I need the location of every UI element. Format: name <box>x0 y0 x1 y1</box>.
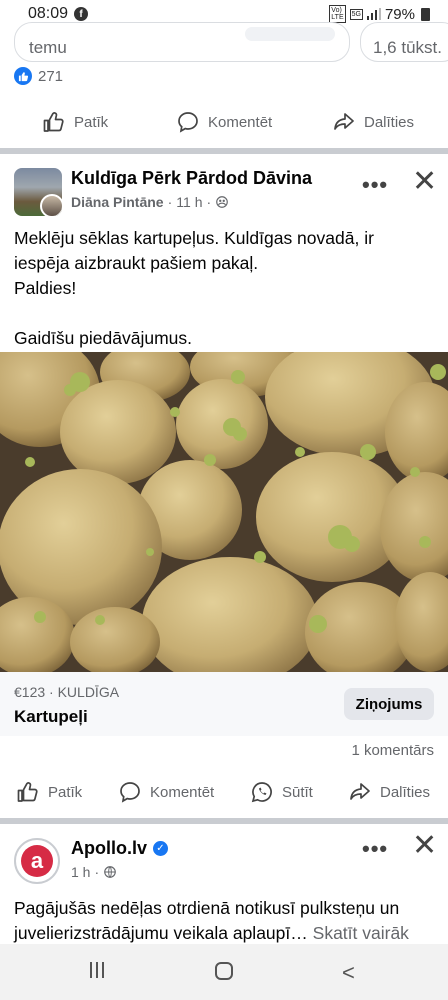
listing-price-location: €123 · KULDĪGA <box>14 684 120 700</box>
listing-photo[interactable] <box>0 352 448 672</box>
post-text-line: Meklēju sēklas kartupeļus. Kuldīgas nova… <box>14 228 374 248</box>
previous-post-field-text: temu <box>29 38 67 57</box>
post-text-line: juvelierizstrādājumu veikala aplaupī… Sk… <box>14 921 444 946</box>
whatsapp-icon <box>251 782 272 803</box>
share-button[interactable]: Dalīties <box>332 110 414 134</box>
post-meta: 1 h · <box>71 864 117 880</box>
like-reaction-icon <box>14 67 32 85</box>
share-arrow-icon <box>334 113 354 130</box>
comment-label: Komentēt <box>150 783 215 801</box>
comment-button[interactable]: Komentēt <box>176 110 272 134</box>
previous-post-actions: Patīk Komentēt Dalīties <box>0 100 448 144</box>
post-text-line: Paldies! <box>14 278 77 298</box>
system-navigation-bar: < <box>0 944 448 1000</box>
share-label: Dalīties <box>380 783 431 801</box>
post-text-fragment: juvelierizstrādājumu veikala aplaupī… <box>14 923 308 943</box>
more-options-icon[interactable]: ••• <box>362 172 388 198</box>
comment-bubble-icon <box>178 112 198 133</box>
share-label: Dalīties <box>364 113 415 131</box>
like-label: Patīk <box>74 113 109 131</box>
like-button[interactable]: Patīk <box>42 110 108 134</box>
meta-dot: · <box>206 194 212 210</box>
thumbs-up-icon <box>17 782 38 802</box>
close-icon[interactable]: ✕ <box>412 828 437 863</box>
recent-apps-icon[interactable] <box>90 962 104 978</box>
post-text-line: iespēja aizbraukt pašiem pakaļ. <box>14 253 259 273</box>
listing-title: Kartupeļi <box>14 707 88 726</box>
comment-bubble-icon <box>120 782 140 803</box>
send-label: Sūtīt <box>282 783 313 801</box>
page-avatar[interactable]: a <box>14 838 60 884</box>
post-actions: Patīk Komentēt Sūtīt Dalīties <box>0 770 448 814</box>
marketplace-listing[interactable]: €123 · KULDĪGA Kartupeļi Ziņojums <box>0 672 448 736</box>
post-body: Pagājušās nedēļas otrdienā notikusī pulk… <box>14 896 444 946</box>
send-whatsapp-button[interactable]: Sūtīt <box>250 780 313 804</box>
post-text-line: Pagājušās nedēļas otrdienā notikusī pulk… <box>14 898 400 918</box>
previous-post-field-inner <box>245 27 335 41</box>
group-privacy-icon <box>216 196 228 208</box>
share-button[interactable]: Dalīties <box>348 780 430 804</box>
reaction-summary[interactable]: 271 <box>14 67 63 85</box>
comment-count[interactable]: 1 komentārs <box>351 742 434 759</box>
globe-icon <box>104 866 116 878</box>
author-name[interactable]: Diāna Pintāne <box>71 194 164 210</box>
post-text-line <box>14 301 434 326</box>
page-name[interactable]: Apollo.lv <box>71 838 147 859</box>
post-divider <box>0 818 448 824</box>
count-chip-text: 1,6 tūkst. <box>373 38 442 57</box>
thumbs-up-icon <box>43 112 64 132</box>
post-body: Meklēju sēklas kartupeļus. Kuldīgas nova… <box>14 226 434 351</box>
post-text-line: Gaidīšu piedāvājumus. <box>14 328 193 348</box>
post-time[interactable]: 1 h <box>71 864 90 880</box>
share-arrow-icon <box>350 783 370 800</box>
potatoes-image <box>0 352 448 672</box>
comment-label: Komentēt <box>208 113 273 131</box>
like-label: Patīk <box>48 783 83 801</box>
more-options-icon[interactable]: ••• <box>362 836 388 862</box>
previous-post-count-chip[interactable]: 1,6 tūkst. <box>360 22 448 62</box>
post-meta: Diāna Pintāne · 11 h · <box>71 194 229 210</box>
previous-post-field[interactable]: temu <box>14 22 350 62</box>
post-time[interactable]: 11 h <box>176 194 202 210</box>
see-more-link[interactable]: Skatīt vairāk <box>313 923 409 943</box>
comment-button[interactable]: Komentēt <box>118 780 214 804</box>
previous-post-fragment: temu 1,6 tūkst. <box>0 18 448 62</box>
like-button[interactable]: Patīk <box>16 780 82 804</box>
post-divider <box>0 148 448 154</box>
meta-dot: · <box>94 864 100 880</box>
group-name[interactable]: Kuldīga Pērk Pārdod Dāvina <box>71 168 312 189</box>
group-avatar[interactable] <box>14 168 62 216</box>
page-name-row: Apollo.lv ✓ <box>71 838 168 859</box>
author-avatar[interactable] <box>40 194 62 216</box>
meta-dot: · <box>167 194 173 210</box>
message-seller-button[interactable]: Ziņojums <box>344 688 434 720</box>
close-icon[interactable]: ✕ <box>412 164 437 199</box>
verified-badge-icon: ✓ <box>153 841 168 856</box>
reaction-count: 271 <box>38 67 64 85</box>
apollo-logo: a <box>21 845 53 877</box>
post-header: Kuldīga Pērk Pārdod Dāvina Diāna Pintāne… <box>0 160 448 220</box>
back-icon[interactable]: < <box>342 960 355 986</box>
home-icon[interactable] <box>215 962 233 980</box>
